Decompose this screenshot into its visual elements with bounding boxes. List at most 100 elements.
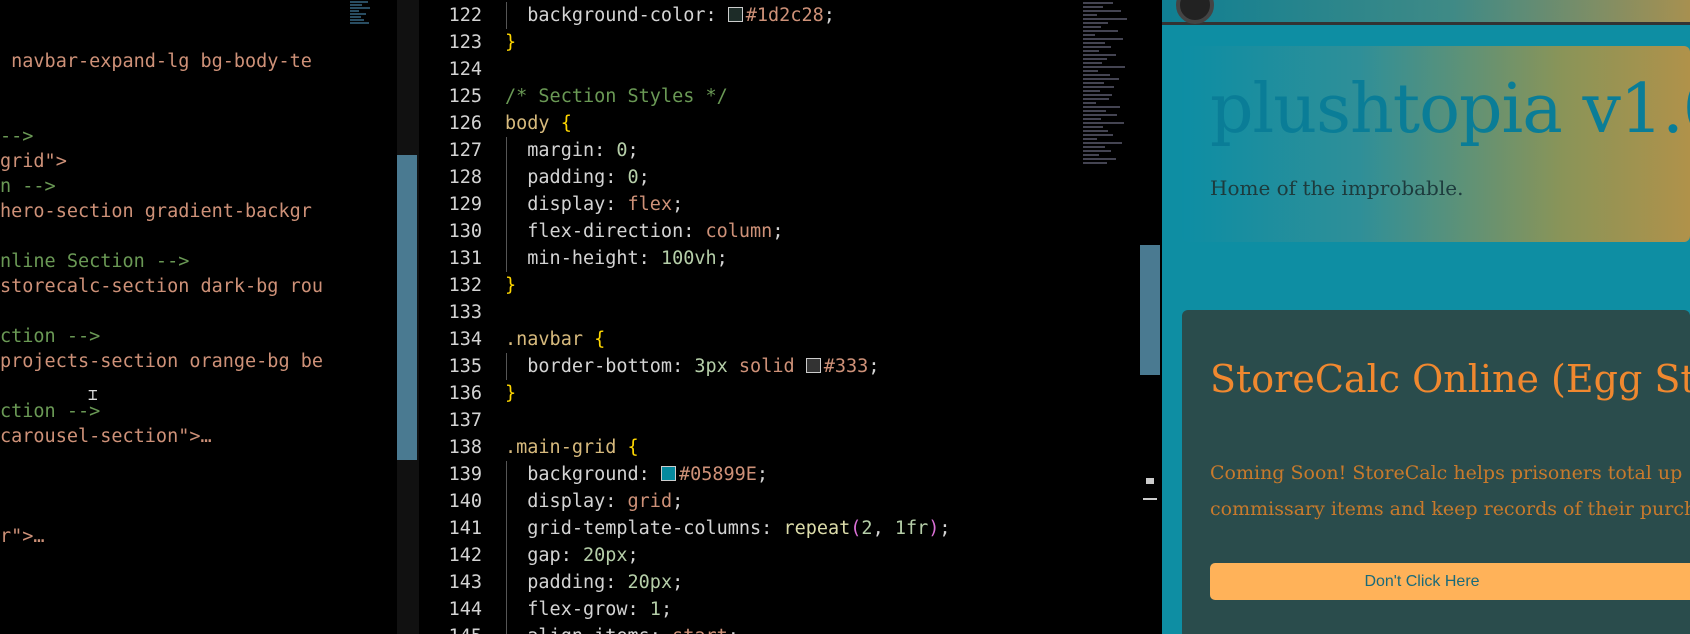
hero-subtitle: Home of the improbable. (1210, 176, 1464, 200)
code-token: border-bottom: (505, 356, 695, 377)
color-swatch-icon[interactable] (660, 466, 676, 481)
code-token: 100vh (660, 248, 717, 269)
code-token: solid (738, 356, 806, 377)
left-code-line[interactable]: storecalc-section dark-bg rou (0, 273, 323, 300)
code-token: flex (627, 194, 673, 215)
left-code-line[interactable]: r">… (0, 523, 45, 550)
line-number: 126 (448, 113, 482, 134)
left-code-line[interactable]: n --> (0, 173, 56, 200)
button-label: Don't Click Here (1364, 573, 1480, 590)
code-line[interactable]: align-items: start; (505, 623, 739, 634)
code-line[interactable]: flex-grow: 1; (505, 596, 672, 623)
code-token: column (705, 221, 773, 242)
code-token: 0 (627, 167, 639, 188)
code-token: #333 (823, 356, 869, 377)
left-code-line[interactable]: hero-section gradient-backgr (0, 198, 312, 225)
code-token: padding: (505, 572, 628, 593)
code-line[interactable]: border-bottom: 3px solid #333; (505, 353, 879, 380)
code-line[interactable]: display: flex; (505, 191, 683, 218)
line-number: 142 (448, 545, 482, 566)
storecalc-description: Coming Soon! StoreCalc helps prisoners t… (1210, 455, 1690, 527)
left-code-line[interactable]: nline Section --> (0, 248, 189, 275)
code-line[interactable]: min-height: 100vh; (505, 245, 728, 272)
code-line[interactable]: padding: 20px; (505, 569, 683, 596)
code-token: display: (505, 194, 628, 215)
code-line[interactable]: } (505, 272, 516, 299)
code-token: flex-grow: (505, 599, 650, 620)
code-token: ( (850, 518, 862, 539)
line-number: 138 (448, 437, 482, 458)
code-line[interactable]: } (505, 29, 516, 56)
code-line[interactable]: /* Section Styles */ (505, 83, 728, 110)
code-line[interactable]: background-color: #1d2c28; (505, 2, 835, 29)
indent-guide (506, 2, 507, 29)
code-line[interactable]: } (505, 380, 516, 407)
code-token: grid (627, 491, 673, 512)
code-line[interactable]: background: #05899E; (505, 461, 768, 488)
line-number: 137 (448, 410, 482, 431)
code-token: 3px (694, 356, 739, 377)
code-line[interactable]: body { (505, 110, 572, 137)
code-token: 20px (582, 545, 628, 566)
code-line[interactable]: margin: 0; (505, 137, 639, 164)
code-token: ; (660, 599, 673, 620)
code-token: ; (672, 194, 684, 215)
code-token: 1 (649, 599, 661, 620)
color-swatch-icon[interactable] (805, 358, 821, 373)
code-line[interactable]: display: grid; (505, 488, 683, 515)
left-code-line[interactable]: navbar-expand-lg bg-body-te (0, 48, 312, 75)
left-scrollbar-thumb[interactable] (397, 155, 417, 460)
code-line[interactable]: .navbar { (505, 326, 605, 353)
code-token: 1fr (894, 518, 929, 539)
code-token: 0 (616, 140, 628, 161)
description-line: commissary items and keep records of the… (1210, 498, 1690, 520)
code-token: ; (672, 572, 684, 593)
code-line[interactable]: .main-grid { (505, 434, 639, 461)
browser-preview[interactable]: plushtopia v1.0 Home of the improbable. … (1162, 0, 1690, 634)
left-code-line[interactable]: ction --> (0, 398, 100, 425)
code-token: { (594, 329, 606, 350)
code-minimap[interactable] (1083, 0, 1138, 270)
line-number: 132 (448, 275, 482, 296)
code-token: #05899E (678, 464, 757, 485)
code-token: } (505, 383, 517, 404)
code-token: { (560, 113, 572, 134)
line-number: 130 (448, 221, 482, 242)
site-logo-icon[interactable] (1176, 0, 1214, 24)
left-code-editor[interactable]: ⌶ navbar-expand-lg bg-body-te --> grid"> n … (0, 0, 397, 634)
left-code-line[interactable]: --> (0, 123, 33, 150)
line-number: 122 (448, 5, 482, 26)
code-token: flex-direction: (505, 221, 706, 242)
code-token: } (505, 32, 517, 53)
code-token: padding: (505, 167, 628, 188)
code-line[interactable]: grid-template-columns: repeat(2, 1fr); (505, 515, 950, 542)
code-line[interactable]: flex-direction: column; (505, 218, 783, 245)
code-scrollbar-thumb[interactable] (1140, 245, 1160, 375)
line-number: 134 (448, 329, 482, 350)
code-line[interactable]: padding: 0; (505, 164, 650, 191)
color-swatch-icon[interactable] (727, 7, 743, 22)
code-token: ; (627, 140, 639, 161)
line-number: 127 (448, 140, 482, 161)
dont-click-button[interactable]: Don't Click Here (1210, 563, 1690, 600)
line-number: 144 (448, 599, 482, 620)
code-token: grid-template-columns: (505, 518, 784, 539)
indent-guide (506, 353, 507, 380)
left-code-line[interactable]: grid"> (0, 148, 67, 175)
line-number: 128 (448, 167, 482, 188)
code-token: align-items: (505, 626, 672, 634)
left-code-line[interactable]: ction --> (0, 323, 100, 350)
code-token: 20px (627, 572, 673, 593)
code-token: ; (868, 356, 880, 377)
left-code-line[interactable]: carousel-section">… (0, 423, 212, 450)
code-token: , (872, 518, 895, 539)
css-code-editor[interactable]: 122 123 124 125 126 127 128 129 130 131 132 133 134 1… (419, 0, 1162, 634)
code-token: ; (823, 5, 835, 26)
code-token: body (505, 113, 561, 134)
code-line[interactable]: gap: 20px; (505, 542, 638, 569)
code-token: ; (716, 248, 728, 269)
left-code-line[interactable]: projects-section orange-bg be (0, 348, 323, 375)
left-minimap[interactable] (350, 0, 372, 40)
code-token: .main-grid (505, 437, 628, 458)
line-number: 135 (448, 356, 482, 377)
